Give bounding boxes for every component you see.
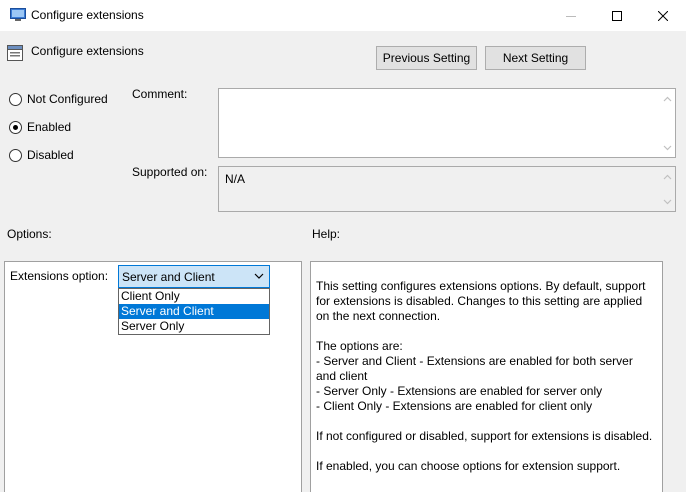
minimize-icon	[566, 15, 576, 17]
help-text: This setting configures extensions optio…	[316, 279, 656, 489]
close-button[interactable]	[640, 0, 686, 31]
radio-disabled[interactable]: Disabled	[9, 148, 74, 162]
next-setting-label: Next Setting	[502, 51, 569, 65]
close-icon	[658, 10, 668, 21]
minimize-button[interactable]	[548, 0, 594, 31]
radio-label: Not Configured	[27, 92, 108, 106]
dropdown-option-client-only[interactable]: Client Only	[119, 289, 269, 304]
comment-label: Comment:	[132, 87, 188, 101]
radio-enabled[interactable]: Enabled	[9, 120, 71, 134]
help-paragraph: If not configured or disabled, support f…	[316, 429, 653, 443]
setting-title: Configure extensions	[31, 44, 144, 58]
chevron-down-icon	[254, 273, 264, 279]
dropdown-option-server-and-client[interactable]: Server and Client	[119, 304, 269, 319]
radio-circle[interactable]	[9, 92, 22, 106]
scroll-up-icon[interactable]	[662, 93, 673, 104]
radio-label: Enabled	[27, 120, 72, 134]
window-title: Configure extensions	[31, 8, 144, 22]
radio-circle[interactable]	[9, 148, 22, 162]
options-section-label: Options:	[7, 227, 52, 241]
scroll-down-icon[interactable]	[662, 196, 673, 207]
next-setting-button[interactable]: Next Setting	[485, 46, 586, 70]
extensions-selected-value: Server and Client	[122, 269, 215, 284]
extensions-option-select[interactable]: Server and Client	[118, 265, 270, 288]
maximize-icon	[612, 10, 622, 21]
extensions-option-label: Extensions option:	[10, 269, 109, 283]
help-paragraph: The options are: - Server and Client - E…	[316, 339, 633, 413]
supported-on-value: N/A	[225, 172, 246, 186]
comment-field[interactable]	[218, 88, 676, 158]
scroll-down-icon[interactable]	[662, 142, 673, 153]
radio-label: Disabled	[27, 148, 74, 162]
radio-not-configured[interactable]: Not Configured	[9, 92, 108, 106]
previous-setting-button[interactable]: Previous Setting	[376, 46, 477, 70]
previous-setting-label: Previous Setting	[382, 51, 471, 65]
policy-icon	[10, 8, 26, 21]
help-section-label: Help:	[312, 227, 341, 241]
extensions-dropdown-list[interactable]: Client Only Server and Client Server Onl…	[118, 288, 270, 335]
setting-icon	[7, 45, 23, 61]
supported-on-label: Supported on:	[132, 165, 208, 179]
dropdown-option-server-only[interactable]: Server Only	[119, 319, 269, 334]
radio-circle-checked[interactable]	[9, 120, 22, 134]
maximize-button[interactable]	[594, 0, 640, 31]
help-paragraph: This setting configures extensions optio…	[316, 279, 646, 323]
scroll-up-icon[interactable]	[662, 171, 673, 182]
help-paragraph: If enabled, you can choose options for e…	[316, 459, 621, 473]
supported-on-field: N/A	[218, 166, 676, 212]
